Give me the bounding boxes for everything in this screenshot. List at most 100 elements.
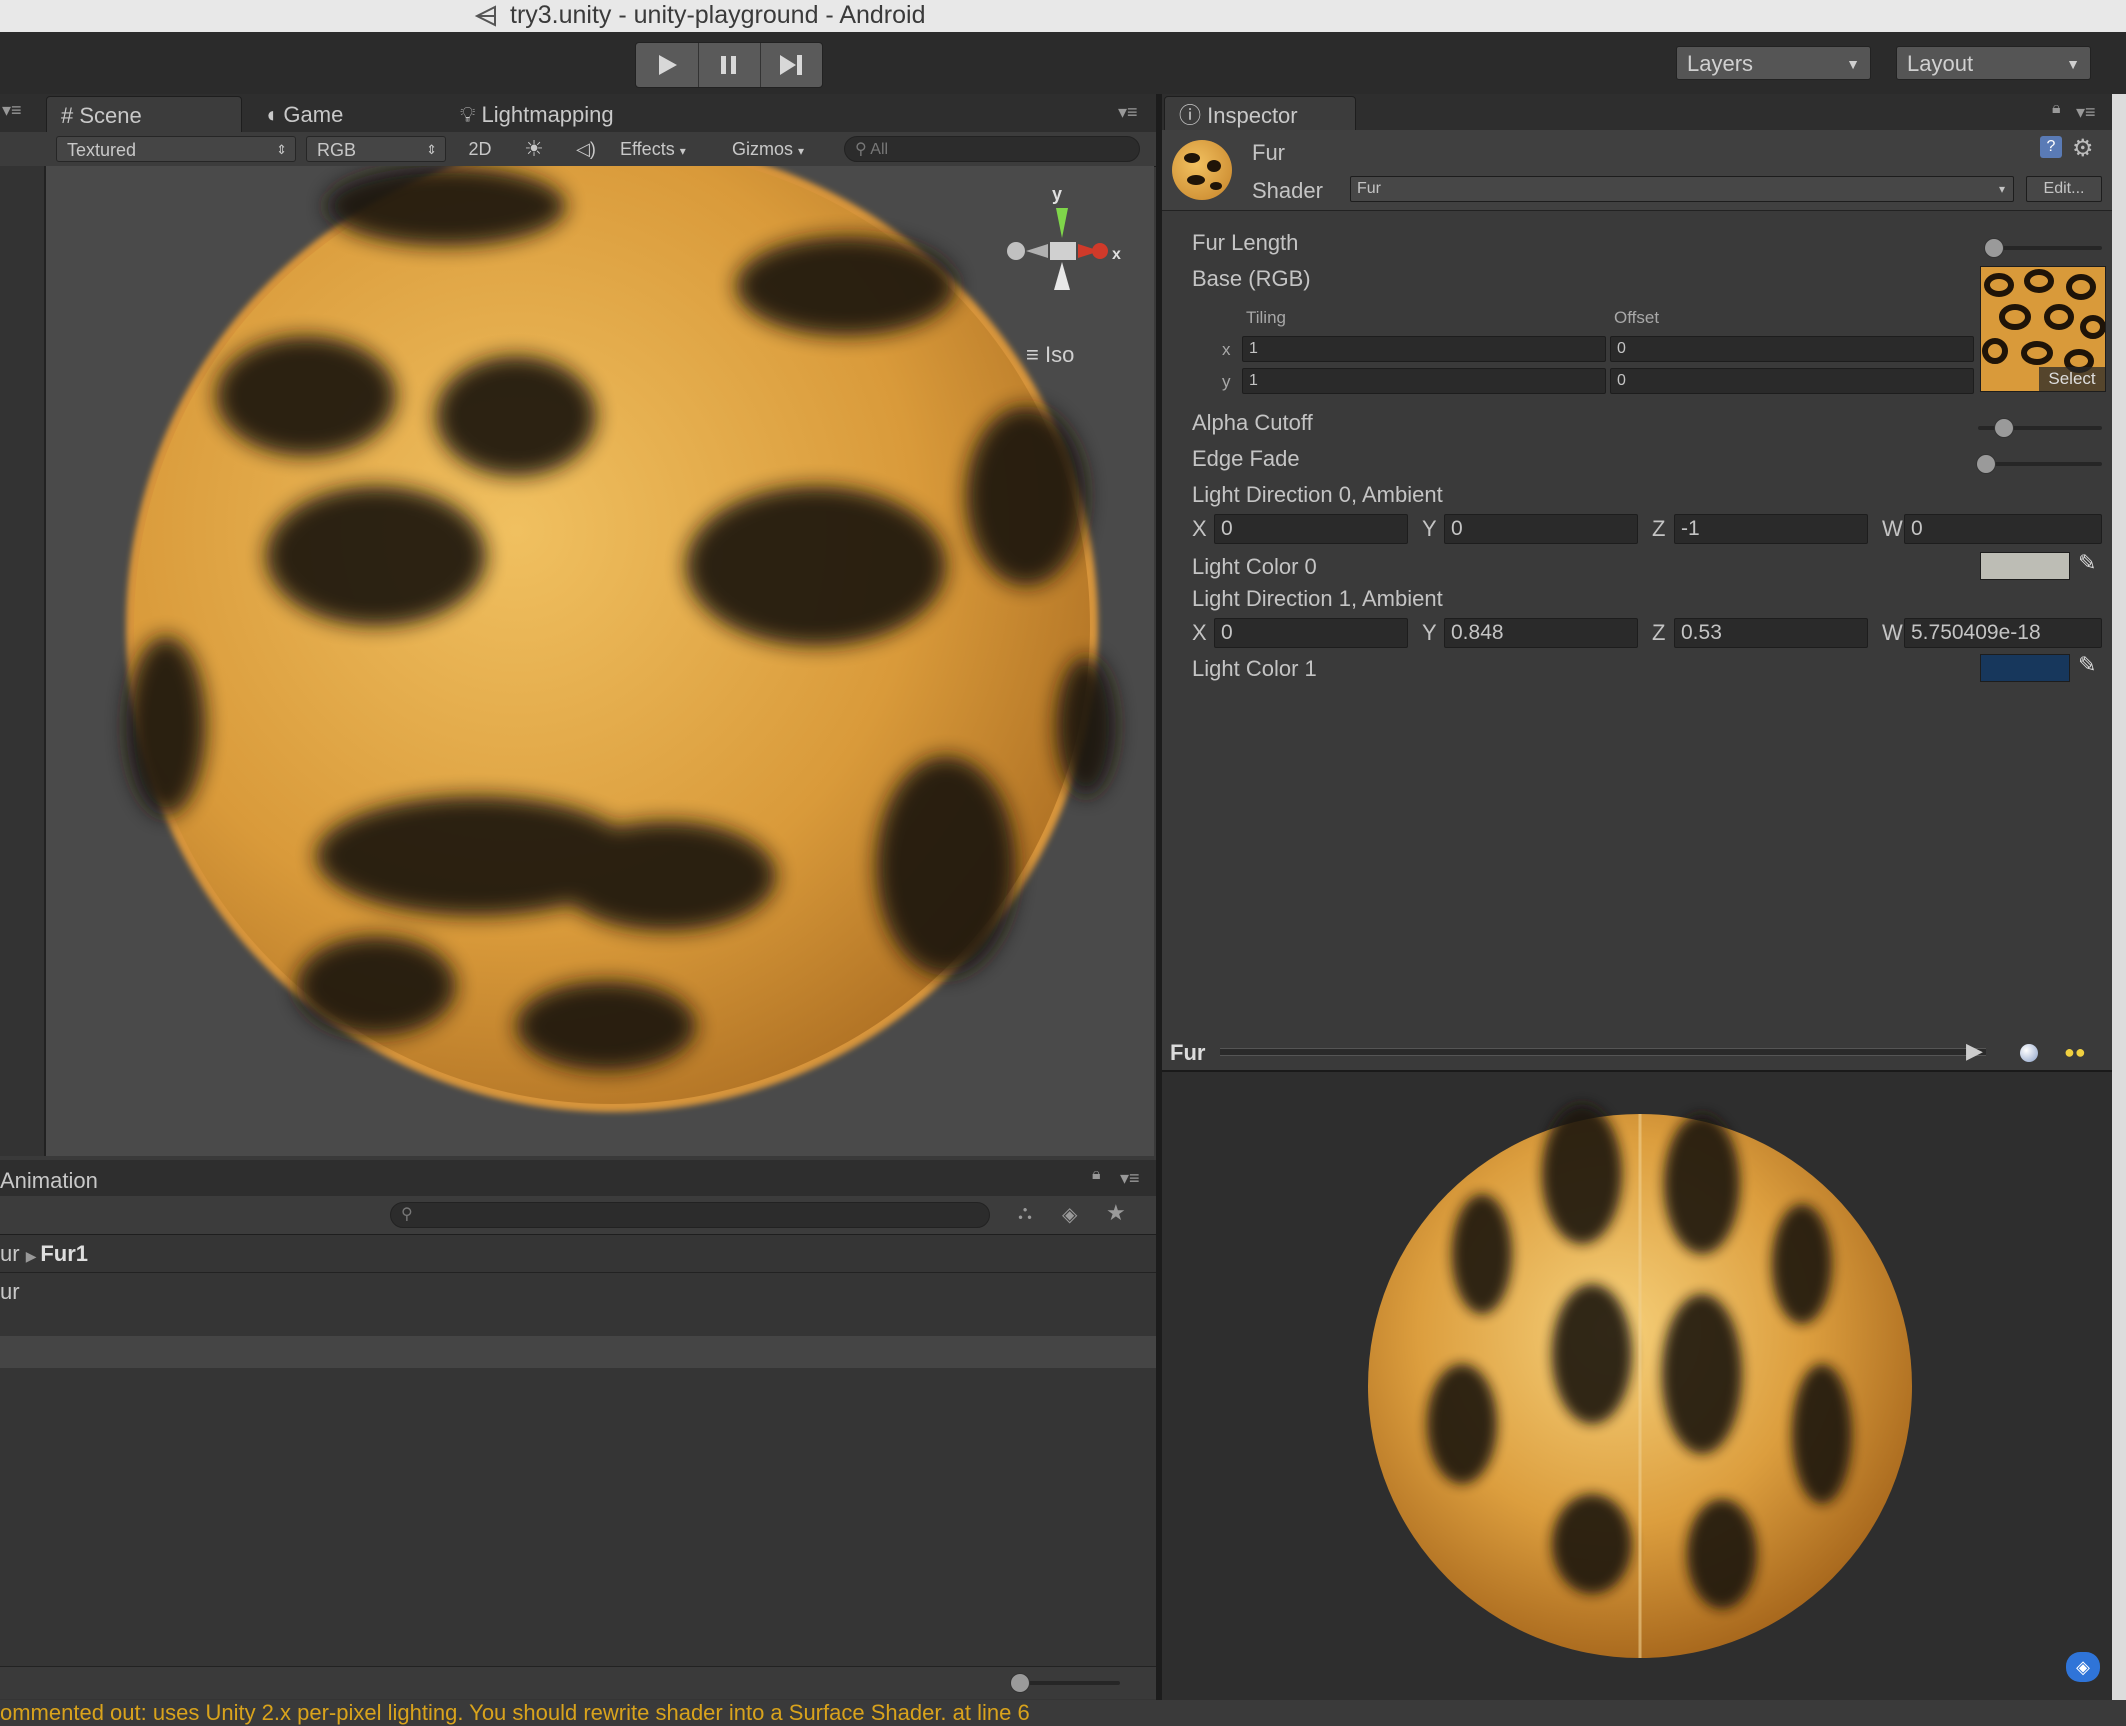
sphere-preview-icon[interactable] (2020, 1044, 2038, 1062)
animation-search-input[interactable]: ⚲ (390, 1202, 990, 1228)
unity-logo-icon (474, 4, 500, 28)
fur-length-slider-track[interactable] (1992, 246, 2102, 250)
layers-dropdown[interactable]: Layers ▼ (1676, 46, 1871, 80)
layers-label: Layers (1687, 51, 1754, 76)
zoom-slider-knob[interactable] (1010, 1673, 1030, 1693)
edit-button-label: Edit... (2043, 180, 2085, 197)
scene-control-bar: Textured ⇕ RGB ⇕ 2D ☀ ◁) Effects ▾ Gizmo… (0, 132, 1156, 167)
breadcrumb-arrow-icon: ▶ (25, 1248, 41, 1264)
fur-length-label: Fur Length (1192, 230, 1299, 255)
light-dir1-w-input[interactable]: 5.750409e-18 (1904, 618, 2102, 648)
toggle-2d-button[interactable]: 2D (462, 136, 498, 162)
tab-scene[interactable]: # Scene (46, 96, 242, 132)
chevron-down-icon: ▼ (2066, 56, 2080, 72)
lighting-toggle-button[interactable]: ☀ (516, 136, 552, 162)
fur-length-slider-knob[interactable] (1984, 238, 2004, 258)
offset-x-value: 0 (1617, 340, 1626, 357)
offset-y-input[interactable]: 0 (1610, 368, 1974, 394)
panel-menu-icon[interactable]: ▾≡ (2, 100, 22, 121)
animation-bottom-bar (0, 1666, 1156, 1699)
select-button-label: Select (2048, 369, 2096, 388)
edit-shader-button[interactable]: Edit... (2026, 176, 2102, 202)
info-icon: ⓘ (1179, 103, 1208, 128)
light-dir0-x-input[interactable]: 0 (1214, 514, 1408, 544)
chevron-down-icon: ▼ (1846, 56, 1860, 72)
gizmos-dropdown[interactable]: Gizmos ▾ (732, 136, 832, 162)
alpha-cutoff-slider-knob[interactable] (1994, 418, 2014, 438)
eyedropper-icon[interactable]: ✎ (2078, 550, 2096, 576)
scene-search-input[interactable]: ⚲ All (844, 136, 1140, 162)
tab-animation[interactable]: Animation (0, 1168, 98, 1194)
light-color1-swatch[interactable] (1980, 654, 2070, 682)
scene-orientation-gizmo[interactable]: y x (1004, 184, 1124, 314)
preview-header: Fur ▶ ●● (1162, 1034, 2112, 1072)
list-item[interactable]: ur (0, 1274, 1156, 1310)
alpha-cutoff-label: Alpha Cutoff (1192, 410, 1313, 435)
tag-icon[interactable]: ◈ (1062, 1202, 1077, 1227)
effects-dropdown[interactable]: Effects ▾ (620, 136, 710, 162)
light-dir1-vector: X 0 Y 0.848 Z 0.53 W 5.750409e-18 (1192, 618, 2104, 648)
offset-x-input[interactable]: 0 (1610, 336, 1974, 362)
search-icon: ⚲ (401, 1206, 413, 1223)
scene-viewport[interactable]: y x ≡ Iso (46, 166, 1154, 1156)
edge-fade-slider-track[interactable] (1978, 462, 2102, 466)
channel-value: RGB (317, 140, 357, 160)
y-label: Y (1422, 516, 1437, 541)
bulb-icon: 💡︎ (460, 102, 476, 127)
play-button[interactable] (636, 43, 699, 87)
light-dir1-z-input[interactable]: 0.53 (1674, 618, 1868, 648)
shader-dropdown[interactable]: Fur ▾ (1350, 176, 2014, 202)
layout-dropdown[interactable]: Layout ▼ (1896, 46, 2091, 80)
eyedropper-icon[interactable]: ✎ (2078, 652, 2096, 678)
panel-menu-icon[interactable]: ▾≡ (2076, 102, 2096, 123)
scene-search-placeholder: All (870, 141, 889, 158)
filter-type-icon[interactable]: ⛬ (1018, 1202, 1032, 1225)
light-dir0-w-input[interactable]: 0 (1904, 514, 2102, 544)
tab-game-label: Game (283, 102, 344, 127)
play-icon[interactable]: ▶ (1966, 1038, 1983, 1064)
panel-menu-icon[interactable]: ▾≡ (1120, 1168, 1140, 1189)
channel-select[interactable]: RGB ⇕ (306, 136, 446, 162)
tiling-y-input[interactable]: 1 (1242, 368, 1606, 394)
tiling-x-input[interactable]: 1 (1242, 336, 1606, 362)
light-dir1-x-value: 0 (1221, 621, 1233, 644)
y-label: Y (1422, 620, 1437, 645)
render-mode-select[interactable]: Textured ⇕ (56, 136, 296, 162)
lock-icon[interactable]: 🔒︎ (2052, 100, 2061, 118)
audio-toggle-button[interactable]: ◁) (568, 136, 604, 162)
tab-inspector-label: Inspector (1207, 103, 1298, 128)
lights-toggle-icon[interactable]: ●● (2064, 1042, 2086, 1063)
panel-menu-icon[interactable]: ▾≡ (1118, 102, 1138, 123)
asset-label-icon[interactable]: ◈ (2066, 1652, 2100, 1682)
breadcrumb-root[interactable]: ur (0, 1241, 20, 1266)
star-icon[interactable]: ★ (1106, 1200, 1126, 1226)
scene-tab-strip: ▾≡ # Scene ◖ Game 💡︎ Lightmapping ▾≡ (0, 94, 1156, 132)
window-title: try3.unity - unity-playground - Android (510, 1, 926, 29)
light-color0-swatch[interactable] (1980, 552, 2070, 580)
tab-inspector[interactable]: ⓘ Inspector (1164, 96, 1356, 132)
edge-fade-slider-knob[interactable] (1976, 454, 1996, 474)
list-row-highlight[interactable] (0, 1336, 1156, 1368)
light-dir1-x-input[interactable]: 0 (1214, 618, 1408, 648)
base-texture-slot[interactable]: Select (1980, 266, 2106, 392)
projection-toggle[interactable]: ≡ Iso (1026, 342, 1074, 368)
preview-drag-bar[interactable] (1220, 1048, 1986, 1056)
tab-lightmapping[interactable]: 💡︎ Lightmapping (446, 96, 676, 132)
pacman-icon: ◖ (264, 102, 278, 127)
light-dir0-y-input[interactable]: 0 (1444, 514, 1638, 544)
step-button[interactable] (760, 43, 822, 87)
light-dir0-z-input[interactable]: -1 (1674, 514, 1868, 544)
light-dir1-z-value: 0.53 (1681, 621, 1722, 644)
pause-icon (721, 56, 736, 74)
lock-icon[interactable]: 🔒︎ (1092, 1166, 1101, 1184)
material-name: Fur (1252, 140, 1285, 165)
select-texture-button[interactable]: Select (2039, 367, 2105, 391)
gear-icon[interactable]: ⚙ (2072, 134, 2094, 163)
breadcrumb-item[interactable]: Fur1 (40, 1241, 88, 1266)
tab-game[interactable]: ◖ Game (250, 96, 430, 132)
light-dir1-y-input[interactable]: 0.848 (1444, 618, 1638, 648)
pause-button[interactable] (698, 43, 761, 87)
help-icon[interactable]: ? (2040, 136, 2062, 158)
stepper-icon: ⇕ (276, 142, 287, 157)
console-status-message[interactable]: ommented out: uses Unity 2.x per-pixel l… (0, 1700, 2126, 1726)
